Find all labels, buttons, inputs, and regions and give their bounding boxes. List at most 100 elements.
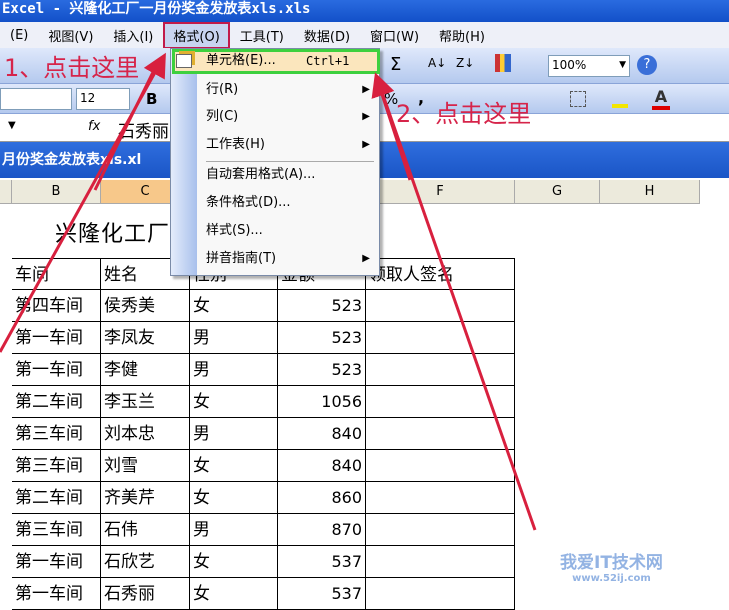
- table-cell[interactable]: 女: [190, 290, 278, 322]
- menu-item-label: 自动套用格式(A)...: [206, 167, 316, 182]
- menu-item-label: 样式(S)...: [206, 223, 263, 238]
- help-icon[interactable]: ?: [637, 55, 657, 75]
- table-cell[interactable]: [366, 450, 515, 482]
- table-cell[interactable]: 1056: [278, 386, 366, 418]
- select-all[interactable]: [0, 180, 12, 204]
- menu-item-0[interactable]: 单元格(E)... Ctrl+1: [206, 48, 376, 74]
- menu-help[interactable]: 帮助(H): [429, 26, 495, 45]
- table-cell[interactable]: 第一车间: [12, 546, 101, 578]
- submenu-arrow-icon: ▶: [362, 84, 370, 95]
- table-cell[interactable]: 刘雪: [101, 450, 190, 482]
- table-cell[interactable]: 第四车间: [12, 290, 101, 322]
- table-cell[interactable]: 李凤友: [101, 322, 190, 354]
- window-title: Excel - 兴隆化工厂一月份奖金发放表xls.xls: [0, 0, 729, 22]
- table-cell[interactable]: 石伟: [101, 514, 190, 546]
- table-cell[interactable]: 第一车间: [12, 578, 101, 610]
- table-cell[interactable]: 女: [190, 578, 278, 610]
- bold-button[interactable]: B: [146, 90, 157, 108]
- menu-item-label: 条件格式(D)...: [206, 195, 291, 210]
- table-cell[interactable]: 男: [190, 354, 278, 386]
- font-size-select[interactable]: 12: [76, 88, 130, 110]
- column-header-h[interactable]: H: [600, 180, 700, 204]
- table-cell[interactable]: 女: [190, 546, 278, 578]
- menu-item-1[interactable]: 行(R) ▶: [206, 77, 376, 103]
- sort-desc-icon[interactable]: Z↓: [456, 56, 474, 70]
- menu-insert[interactable]: 插入(I): [103, 26, 163, 45]
- table-cell[interactable]: 女: [190, 482, 278, 514]
- table-cell[interactable]: [366, 514, 515, 546]
- column-header-b[interactable]: B: [12, 180, 101, 204]
- column-header-f[interactable]: F: [366, 180, 515, 204]
- table-cell[interactable]: [366, 418, 515, 450]
- table-cell[interactable]: 男: [190, 322, 278, 354]
- table-cell[interactable]: 840: [278, 450, 366, 482]
- table-cell[interactable]: 840: [278, 418, 366, 450]
- table-cell[interactable]: 刘本忠: [101, 418, 190, 450]
- table-cell[interactable]: [366, 322, 515, 354]
- table-cell[interactable]: 523: [278, 290, 366, 322]
- table-cell[interactable]: 523: [278, 322, 366, 354]
- table-cell[interactable]: 第一车间: [12, 322, 101, 354]
- menubar: (E) 视图(V) 插入(I) 格式(O) 工具(T) 数据(D) 窗口(W) …: [0, 21, 729, 49]
- fill-color-icon[interactable]: [612, 90, 628, 108]
- header-cell[interactable]: 车间: [12, 258, 101, 290]
- annotation-step1: 1、点击这里: [4, 54, 140, 82]
- zoom-select[interactable]: 100% ▼: [548, 55, 630, 77]
- table-cell[interactable]: [366, 578, 515, 610]
- table-cell[interactable]: [366, 482, 515, 514]
- autosum-button[interactable]: Σ: [390, 54, 401, 75]
- menu-item-4[interactable]: 自动套用格式(A)...: [206, 162, 376, 188]
- table-cell[interactable]: 第一车间: [12, 354, 101, 386]
- submenu-arrow-icon: ▶: [362, 253, 370, 264]
- table-cell[interactable]: 第三车间: [12, 450, 101, 482]
- menu-tools[interactable]: 工具(T): [230, 26, 294, 45]
- table-cell[interactable]: 870: [278, 514, 366, 546]
- table-cell[interactable]: [366, 354, 515, 386]
- table-cell[interactable]: 523: [278, 354, 366, 386]
- menu-edit[interactable]: (E): [0, 28, 38, 43]
- table-cell[interactable]: 齐美芹: [101, 482, 190, 514]
- menu-view[interactable]: 视图(V): [38, 26, 103, 45]
- table-cell[interactable]: 第二车间: [12, 386, 101, 418]
- table-cell[interactable]: [366, 546, 515, 578]
- table-cell[interactable]: 537: [278, 546, 366, 578]
- table-cell[interactable]: [366, 386, 515, 418]
- menu-item-7[interactable]: 拼音指南(T) ▶: [206, 246, 376, 272]
- table-cell[interactable]: 第三车间: [12, 514, 101, 546]
- menu-item-6[interactable]: 样式(S)...: [206, 218, 376, 244]
- table-cell[interactable]: 第二车间: [12, 482, 101, 514]
- submenu-arrow-icon: ▶: [362, 111, 370, 122]
- font-color-icon[interactable]: A: [652, 87, 670, 110]
- table-cell[interactable]: 女: [190, 450, 278, 482]
- menu-window[interactable]: 窗口(W): [360, 26, 429, 45]
- table-cell[interactable]: 李健: [101, 354, 190, 386]
- chart-icon[interactable]: [495, 54, 511, 72]
- font-size-value: 12: [80, 91, 96, 105]
- table-cell[interactable]: 侯秀美: [101, 290, 190, 322]
- table-cell[interactable]: 男: [190, 418, 278, 450]
- table-cell[interactable]: 女: [190, 386, 278, 418]
- chevron-down-icon: ▼: [619, 60, 626, 70]
- menu-data[interactable]: 数据(D): [294, 26, 360, 45]
- borders-icon[interactable]: [570, 91, 586, 107]
- watermark-url: www.52ij.com: [572, 573, 651, 584]
- column-header-g[interactable]: G: [515, 180, 600, 204]
- menu-item-5[interactable]: 条件格式(D)...: [206, 190, 376, 216]
- name-box-dropdown[interactable]: ▼: [8, 120, 16, 131]
- font-select[interactable]: [0, 88, 72, 110]
- table-cell[interactable]: 537: [278, 578, 366, 610]
- table-cell[interactable]: 第三车间: [12, 418, 101, 450]
- menu-format[interactable]: 格式(O): [163, 21, 230, 49]
- table-cell[interactable]: [366, 290, 515, 322]
- sort-asc-icon[interactable]: A↓: [428, 56, 446, 70]
- table-cell[interactable]: 石欣艺: [101, 546, 190, 578]
- table-cell[interactable]: 860: [278, 482, 366, 514]
- table-cell[interactable]: 石秀丽: [101, 578, 190, 610]
- formula-input[interactable]: 石秀丽: [118, 117, 169, 142]
- table-cell[interactable]: 李玉兰: [101, 386, 190, 418]
- menu-item-2[interactable]: 列(C) ▶: [206, 104, 376, 130]
- table-cell[interactable]: 男: [190, 514, 278, 546]
- menu-item-3[interactable]: 工作表(H) ▶: [206, 132, 376, 158]
- header-cell[interactable]: 领取人签名: [366, 258, 515, 290]
- format-cells-icon: [176, 54, 192, 68]
